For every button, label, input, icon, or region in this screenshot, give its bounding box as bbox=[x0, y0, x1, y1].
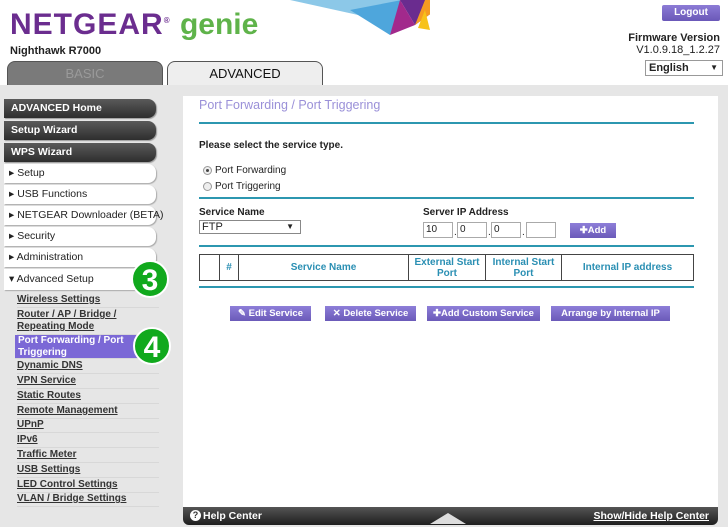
server-ip-label: Server IP Address bbox=[423, 207, 509, 218]
sidebar-security[interactable]: ▸ Security bbox=[4, 227, 156, 246]
logo-netgear: NETGEAR bbox=[10, 8, 164, 41]
sidebar-netgear-downloader[interactable]: ▸ NETGEAR Downloader (BETA) bbox=[4, 206, 163, 225]
add-custom-label: Add Custom Service bbox=[441, 308, 534, 319]
plus-icon: ✚ bbox=[433, 308, 442, 319]
sidebar-setup[interactable]: ▸ Setup bbox=[4, 164, 156, 183]
service-name-label: Service Name bbox=[199, 207, 265, 218]
ip-octet-4[interactable] bbox=[526, 222, 556, 238]
add-label: Add bbox=[587, 225, 607, 236]
col-service-name: Service Name bbox=[238, 254, 409, 281]
radio-label-port-forwarding: Port Forwarding bbox=[215, 165, 287, 176]
sub-static-routes[interactable]: Static Routes bbox=[17, 390, 159, 404]
radio-label-port-triggering: Port Triggering bbox=[215, 181, 281, 192]
service-type-prompt: Please select the service type. bbox=[199, 140, 343, 151]
divider bbox=[199, 122, 694, 124]
model-name: Nighthawk R7000 bbox=[10, 45, 102, 57]
col-external-start-port: External Start Port bbox=[408, 254, 486, 281]
add-button[interactable]: ✚Add bbox=[570, 223, 616, 238]
sub-upnp[interactable]: UPnP bbox=[17, 419, 159, 433]
step-badge-3: 3 bbox=[131, 260, 169, 298]
delete-label: Delete Service bbox=[343, 308, 409, 319]
logo-genie: genie bbox=[179, 8, 259, 41]
sub-router-ap-bridge[interactable]: Router / AP / Bridge / Repeating Mode bbox=[17, 309, 159, 335]
firmware-label: Firmware Version bbox=[628, 32, 720, 44]
sidebar-usb-functions[interactable]: ▸ USB Functions bbox=[4, 185, 156, 204]
edit-service-button[interactable]: ✎ Edit Service bbox=[230, 306, 311, 321]
edit-label: Edit Service bbox=[248, 308, 303, 319]
col-number: # bbox=[219, 254, 239, 281]
brand-graphic bbox=[290, 0, 430, 35]
divider bbox=[199, 286, 694, 288]
language-value: English bbox=[649, 62, 689, 74]
sub-dynamic-dns[interactable]: Dynamic DNS bbox=[17, 360, 159, 374]
col-internal-start-port: Internal Start Port bbox=[485, 254, 562, 281]
plus-icon: ✚ bbox=[579, 225, 588, 236]
netgear-genie-logo: NETGEAR® genie bbox=[10, 8, 259, 41]
show-hide-help-link[interactable]: Show/Hide Help Center bbox=[593, 510, 709, 522]
help-icon: ? bbox=[190, 510, 201, 521]
logout-button[interactable]: Logout bbox=[662, 5, 720, 21]
chevron-down-icon: ▼ bbox=[710, 63, 718, 72]
help-center-bar: ? Help Center Show/Hide Help Center bbox=[183, 507, 718, 525]
ip-octet-2[interactable]: 0 bbox=[457, 222, 487, 238]
page-title: Port Forwarding / Port Triggering bbox=[199, 98, 381, 112]
service-name-select[interactable]: FTP ▼ bbox=[199, 220, 301, 234]
sidebar-wps-wizard[interactable]: WPS Wizard bbox=[4, 143, 156, 162]
step-badge-4: 4 bbox=[133, 327, 171, 365]
service-name-value: FTP bbox=[202, 221, 223, 233]
header: NETGEAR® genie Nighthawk R7000 BASIC ADV… bbox=[0, 0, 728, 85]
sub-remote-management[interactable]: Remote Management bbox=[17, 405, 159, 419]
add-custom-service-button[interactable]: ✚Add Custom Service bbox=[427, 306, 540, 321]
services-table: # Service Name External Start Port Inter… bbox=[199, 254, 694, 281]
content-panel bbox=[183, 96, 718, 508]
tab-basic[interactable]: BASIC bbox=[7, 61, 163, 85]
expand-arrow-icon[interactable] bbox=[430, 513, 466, 524]
sub-vpn-service[interactable]: VPN Service bbox=[17, 375, 159, 389]
firmware-version: V1.0.9.18_1.2.27 bbox=[636, 44, 720, 56]
sub-vlan-bridge[interactable]: VLAN / Bridge Settings bbox=[17, 493, 159, 507]
col-select bbox=[199, 254, 220, 281]
sidebar-setup-wizard[interactable]: Setup Wizard bbox=[4, 121, 156, 140]
radio-port-forwarding[interactable] bbox=[203, 166, 212, 175]
divider bbox=[199, 197, 694, 199]
tab-advanced[interactable]: ADVANCED bbox=[167, 61, 323, 85]
help-center-label: Help Center bbox=[203, 510, 262, 522]
col-internal-ip: Internal IP address bbox=[561, 254, 694, 281]
sub-wireless-settings[interactable]: Wireless Settings bbox=[17, 294, 159, 308]
delete-service-button[interactable]: ✕ Delete Service bbox=[325, 306, 416, 321]
close-icon: ✕ bbox=[332, 308, 344, 319]
divider bbox=[199, 245, 694, 247]
arrange-by-ip-button[interactable]: Arrange by Internal IP bbox=[551, 306, 670, 321]
chevron-down-icon: ▼ bbox=[286, 222, 294, 231]
ip-octet-1[interactable]: 10 bbox=[423, 222, 453, 238]
sidebar-advanced-home[interactable]: ADVANCED Home bbox=[4, 99, 156, 118]
language-select[interactable]: English ▼ bbox=[645, 60, 723, 76]
pencil-icon: ✎ bbox=[238, 308, 249, 319]
sub-ipv6[interactable]: IPv6 bbox=[17, 434, 159, 448]
radio-port-triggering[interactable] bbox=[203, 182, 212, 191]
ip-separator: . bbox=[522, 227, 525, 238]
table-header-row: # Service Name External Start Port Inter… bbox=[199, 254, 694, 281]
firmware-info: Firmware Version V1.0.9.18_1.2.27 bbox=[628, 32, 720, 56]
ip-octet-3[interactable]: 0 bbox=[491, 222, 521, 238]
sub-traffic-meter[interactable]: Traffic Meter bbox=[17, 449, 159, 463]
sub-led-control[interactable]: LED Control Settings bbox=[17, 479, 159, 493]
sidebar-administration[interactable]: ▸ Administration bbox=[4, 248, 156, 267]
sub-usb-settings[interactable]: USB Settings bbox=[17, 464, 159, 478]
